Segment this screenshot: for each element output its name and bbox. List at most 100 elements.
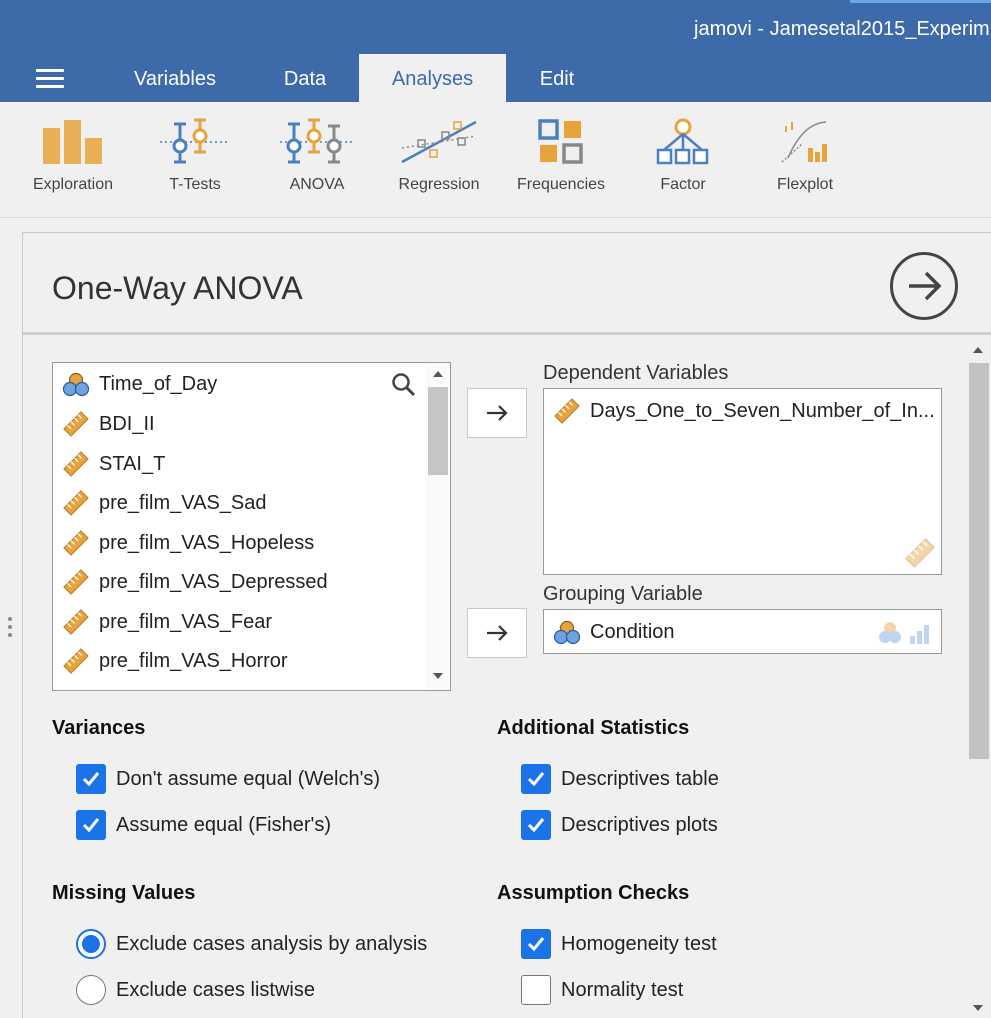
normality-test-checkbox[interactable]: Normality test <box>521 975 683 1005</box>
radio-unselected-icon <box>76 975 106 1005</box>
ribbon-t-tests-label: T-Tests <box>169 176 221 193</box>
dependent-variables-label: Dependent Variables <box>543 362 729 384</box>
homogeneity-test-checkbox[interactable]: Homogeneity test <box>521 929 717 959</box>
move-to-dependent-button[interactable] <box>467 388 527 438</box>
nominal-variable-icon <box>61 369 91 399</box>
ribbon-factor-button[interactable]: Factor <box>622 118 744 194</box>
scroll-up-icon[interactable] <box>973 347 983 353</box>
exclude-listwise-radio[interactable]: Exclude cases listwise <box>76 975 315 1005</box>
ribbon-t-tests-button[interactable]: T-Tests <box>134 118 256 194</box>
ribbon-exploration-label: Exploration <box>32 176 114 193</box>
tab-variables[interactable]: Variables <box>113 54 237 102</box>
panel-scrollbar[interactable] <box>967 341 991 1018</box>
nominal-variable-icon <box>552 617 582 647</box>
grouping-variable-value: Condition <box>590 620 675 643</box>
ribbon-regression-button[interactable]: Regression <box>378 118 500 194</box>
continuous-variable-icon <box>61 646 91 676</box>
grouping-variable-item[interactable]: Condition <box>552 617 675 647</box>
variable-label: pre_film_VAS_Hopeless <box>99 531 315 554</box>
exclude-analysis-label: Exclude cases analysis by analysis <box>116 932 428 955</box>
dependent-variable-label: Days_One_to_Seven_Number_of_In... <box>590 399 935 422</box>
analysis-options-panel: One-Way ANOVA Time_of_Day BDI_II STAI_T <box>22 232 991 1018</box>
scroll-down-icon[interactable] <box>433 673 443 679</box>
tab-analyses[interactable]: Analyses <box>359 54 506 102</box>
variable-item[interactable]: pre_film_VAS_Sad <box>61 488 421 518</box>
hamburger-menu-icon[interactable] <box>36 69 64 91</box>
tab-data[interactable]: Data <box>265 54 345 102</box>
continuous-variable-icon <box>61 488 91 518</box>
ribbon-exploration-button[interactable]: Exploration <box>12 118 134 194</box>
checkbox-unchecked-icon <box>521 975 551 1005</box>
variable-item[interactable]: pre_film_VAS_Hopeless <box>61 528 421 558</box>
welch-label: Don't assume equal (Welch's) <box>116 767 381 790</box>
scroll-down-icon[interactable] <box>973 1005 983 1011</box>
variable-item[interactable]: STAI_T <box>61 449 421 479</box>
arrow-right-circle-icon <box>909 271 942 301</box>
variable-label: pre_film_VAS_Sad <box>99 491 267 514</box>
continuous-type-hint-icon <box>904 537 936 574</box>
descriptives-plots-label: Descriptives plots <box>561 813 718 836</box>
source-variable-list[interactable]: Time_of_Day BDI_II STAI_T pre_film_VAS_S… <box>52 362 451 691</box>
panel-resize-grip[interactable] <box>8 617 14 641</box>
descriptives-table-label: Descriptives table <box>561 767 719 790</box>
variable-label: pre_film_VAS_Depressed <box>99 570 328 593</box>
ribbon-anova-button[interactable]: ANOVA <box>256 118 378 194</box>
exclude-analysis-radio[interactable]: Exclude cases analysis by analysis <box>76 929 427 959</box>
frequencies-icon <box>538 119 583 164</box>
run-arrow-button[interactable] <box>890 252 958 320</box>
fisher-checkbox[interactable]: Assume equal (Fisher's) <box>76 810 331 840</box>
variable-label: pre_film_VAS_Fear <box>99 610 273 633</box>
anova-icon <box>280 118 354 164</box>
continuous-variable-icon <box>552 396 582 426</box>
ribbon-frequencies-button[interactable]: Frequencies <box>500 118 622 194</box>
arrow-right-icon <box>487 625 508 641</box>
factor-icon <box>656 118 709 165</box>
analyses-ribbon: Exploration T-Tests ANOVA Regression Fre… <box>0 102 991 218</box>
exclude-listwise-label: Exclude cases listwise <box>116 978 315 1001</box>
welch-checkbox[interactable]: Don't assume equal (Welch's) <box>76 764 380 794</box>
grouping-variable-box[interactable]: Condition <box>543 609 942 654</box>
checkbox-checked-icon <box>521 764 551 794</box>
variable-label: pre_film_VAS_Horror <box>99 649 288 672</box>
dependent-variables-box[interactable]: Days_One_to_Seven_Number_of_In... <box>543 388 942 575</box>
checkbox-checked-icon <box>76 810 106 840</box>
continuous-variable-icon <box>61 528 91 558</box>
title-bar-accent <box>850 0 991 3</box>
grouping-variable-label: Grouping Variable <box>543 583 703 605</box>
ribbon-flexplot-button[interactable]: Flexplot <box>744 118 866 194</box>
ribbon-factor-label: Factor <box>660 176 706 193</box>
variable-item[interactable]: Time_of_Day <box>61 369 421 399</box>
variable-item[interactable]: pre_film_VAS_Horror <box>61 646 421 676</box>
arrow-right-icon <box>487 405 508 421</box>
t-tests-icon <box>160 118 230 164</box>
radio-selected-icon <box>76 929 106 959</box>
main-tab-bar: Variables Data Analyses Edit <box>0 54 991 102</box>
descriptives-plots-checkbox[interactable]: Descriptives plots <box>521 810 718 840</box>
dependent-variable-item[interactable]: Days_One_to_Seven_Number_of_In... <box>552 396 935 426</box>
continuous-variable-icon <box>61 607 91 637</box>
tab-edit[interactable]: Edit <box>520 54 594 102</box>
scroll-up-icon[interactable] <box>433 371 443 377</box>
variable-item[interactable]: pre_film_VAS_Depressed <box>61 567 421 597</box>
variances-heading: Variances <box>52 717 146 739</box>
ribbon-flexplot-label: Flexplot <box>776 176 834 193</box>
ribbon-anova-label: ANOVA <box>289 176 345 193</box>
search-icon[interactable] <box>391 372 417 398</box>
variable-list-scrollbar[interactable] <box>425 363 450 690</box>
variable-item[interactable]: BDI_II <box>61 409 421 439</box>
variable-label: Time_of_Day <box>99 372 218 395</box>
additional-statistics-heading: Additional Statistics <box>497 717 690 739</box>
title-bar: jamovi - Jamesetal2015_Experim <box>0 0 991 59</box>
homogeneity-test-label: Homogeneity test <box>561 932 717 955</box>
descriptives-table-checkbox[interactable]: Descriptives table <box>521 764 719 794</box>
missing-values-heading: Missing Values <box>52 882 196 904</box>
variable-list-scroll-thumb[interactable] <box>428 387 448 475</box>
panel-scroll-thumb[interactable] <box>969 363 989 759</box>
move-to-grouping-button[interactable] <box>467 608 527 658</box>
window-title: jamovi - Jamesetal2015_Experim <box>694 18 990 40</box>
checkbox-checked-icon <box>76 764 106 794</box>
checkbox-checked-icon <box>521 810 551 840</box>
variable-label: BDI_II <box>99 412 155 435</box>
checkbox-checked-icon <box>521 929 551 959</box>
variable-item[interactable]: pre_film_VAS_Fear <box>61 607 421 637</box>
